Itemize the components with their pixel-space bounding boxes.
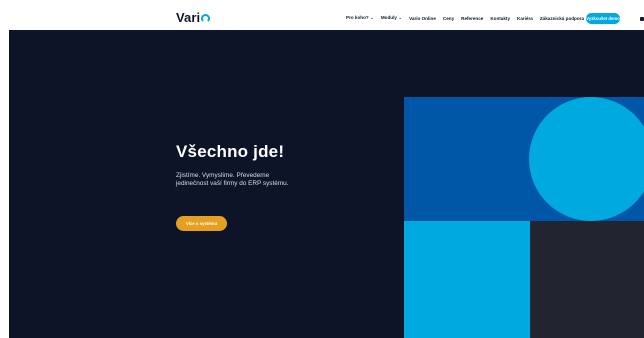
nav-item-vario-online[interactable]: Vario Online <box>409 16 436 21</box>
chevron-down-icon: ⌄ <box>370 15 374 20</box>
logo-arc-icon <box>201 14 211 23</box>
hero-subtext: Zjistíme. Vymyslíme. Převedeme jedinečno… <box>176 172 289 188</box>
more-about-system-button[interactable]: Více o systému <box>176 216 227 231</box>
top-navbar: Vari Pro koho? ⌄ Moduly ⌄ Vario Online C… <box>0 0 644 30</box>
nav-item-moduly[interactable]: Moduly ⌄ <box>381 15 402 21</box>
dark-block <box>530 221 644 338</box>
nav-item-kontakty[interactable]: Kontakty <box>490 16 510 21</box>
nav-label: Pro koho? <box>346 15 369 20</box>
cyan-block <box>404 221 530 338</box>
main-nav: Pro koho? ⌄ Moduly ⌄ Vario Online Ceny R… <box>346 15 584 21</box>
vario-logo[interactable]: Vari <box>176 10 211 26</box>
demo-button[interactable]: Vyzkoušet demo <box>586 13 620 24</box>
nav-item-ceny[interactable]: Ceny <box>443 16 454 21</box>
hero-graphic <box>404 97 644 338</box>
nav-item-reference[interactable]: Reference <box>461 16 483 21</box>
nav-item-podpora[interactable]: Zákaznická podpora <box>540 16 584 21</box>
nav-item-pro-koho[interactable]: Pro koho? ⌄ <box>346 15 374 21</box>
circle-shape <box>529 97 644 221</box>
menu-edge-icon[interactable] <box>640 17 644 21</box>
hero-headline: Všechno jde! <box>176 142 285 161</box>
nav-item-kariera[interactable]: Kariéra <box>517 16 533 21</box>
chevron-down-icon: ⌄ <box>398 15 403 20</box>
logo-text: Vari <box>176 10 201 25</box>
nav-label: Moduly <box>380 15 397 20</box>
